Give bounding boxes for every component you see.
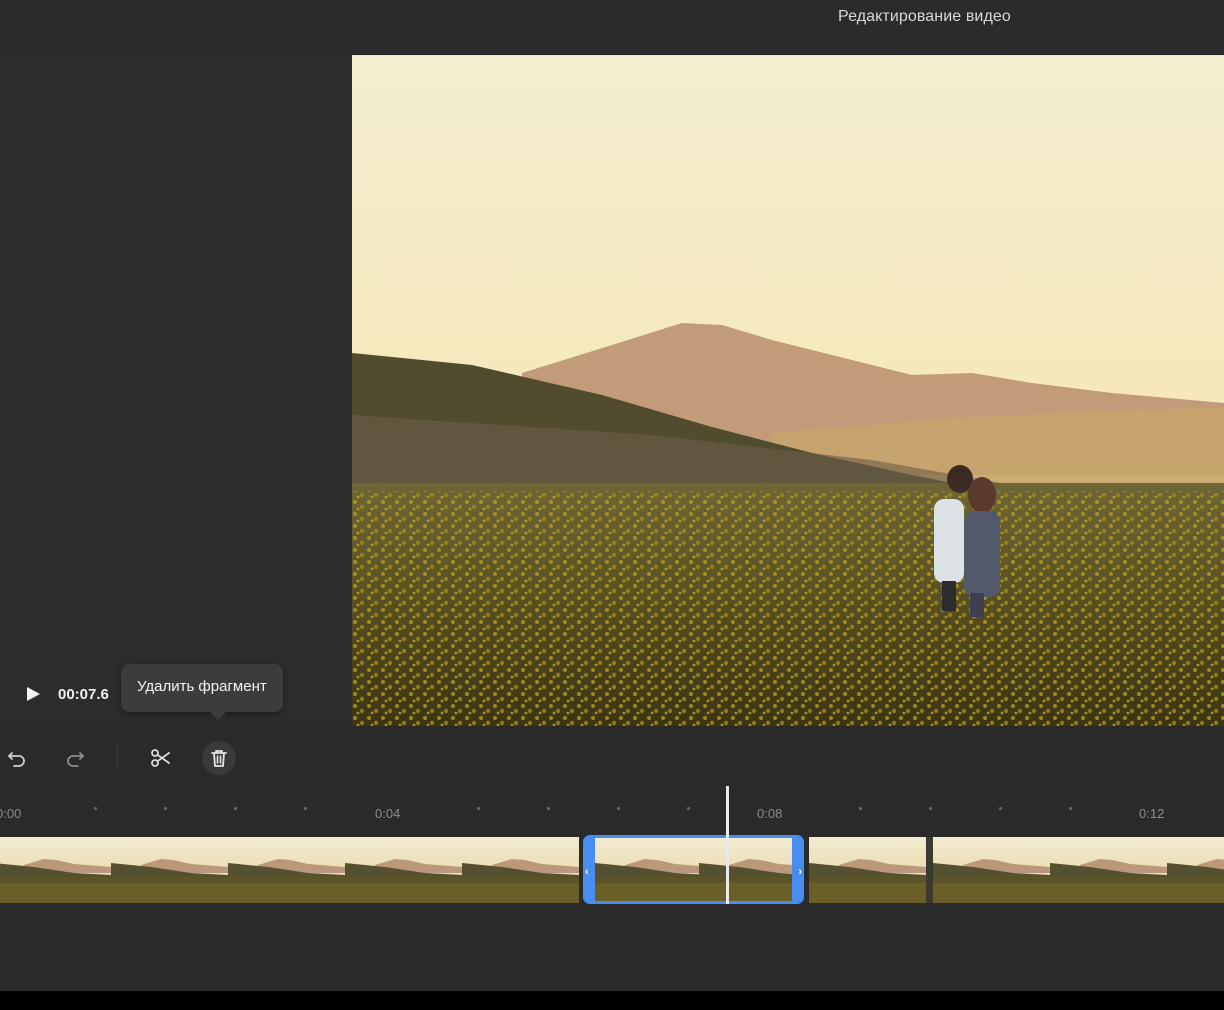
ruler-tick: [1069, 807, 1072, 810]
video-preview[interactable]: [352, 55, 1224, 726]
undo-icon: [8, 752, 25, 767]
clip-thumbnail: [0, 837, 111, 903]
redo-button[interactable]: [58, 741, 92, 775]
left-trim-handle[interactable]: ‹: [585, 866, 589, 878]
clip-thumbnail: [462, 837, 579, 903]
ruler-tick: [687, 807, 690, 810]
right-trim-handle[interactable]: ›: [798, 866, 802, 878]
video-frame-image: [352, 55, 1224, 726]
clip-segment-3[interactable]: [809, 837, 1224, 903]
clip-thumbnail: [933, 837, 1050, 903]
tooltip-arrow: [209, 711, 227, 720]
page-title: Редактирование видео: [838, 8, 1011, 25]
ruler-tick: [859, 807, 862, 810]
clip-thumbnail: [345, 837, 462, 903]
clip-thumbnail: [228, 837, 345, 903]
timeline-empty-area: [0, 905, 1224, 991]
play-icon: [27, 687, 40, 701]
clip-segment-1[interactable]: [0, 837, 579, 903]
play-button[interactable]: [22, 683, 44, 705]
ruler-label: 0:08: [757, 806, 783, 821]
timeline-ruler[interactable]: [0, 789, 1224, 835]
editor-toolbar: [0, 727, 1224, 789]
ruler-tick: [234, 807, 237, 810]
clip-thumbnail: [1050, 837, 1167, 903]
clip-thumbnail: [809, 837, 926, 903]
clip-thumbnail: [1167, 837, 1224, 903]
toolbar-divider: [117, 744, 118, 770]
side-panel: [0, 55, 351, 726]
delete-fragment-button[interactable]: [202, 741, 236, 775]
window-bottom-edge: [0, 991, 1224, 1010]
playhead[interactable]: [726, 786, 729, 904]
ruler-label: 0:04: [375, 806, 401, 821]
ruler-tick: [94, 807, 97, 810]
delete-fragment-tooltip: Удалить фрагмент: [121, 664, 283, 712]
ruler-tick: [304, 807, 307, 810]
ruler-tick: [164, 807, 167, 810]
ruler-label: 0:12: [1139, 806, 1165, 821]
trash-icon: [211, 750, 227, 767]
split-button[interactable]: [144, 741, 178, 775]
ruler-label: 0:00: [0, 806, 22, 821]
ruler-tick: [617, 807, 620, 810]
ruler-tick: [477, 807, 480, 810]
app-header: Редактирование видео: [0, 0, 1224, 55]
ruler-tick: [929, 807, 932, 810]
scissors-icon: [151, 749, 170, 767]
clip-thumbnail: [111, 837, 228, 903]
ruler-tick: [999, 807, 1002, 810]
redo-icon: [67, 752, 84, 767]
current-timecode: 00:07.6: [58, 686, 109, 703]
ruler-tick: [547, 807, 550, 810]
selected-fragment[interactable]: ‹ ›: [583, 835, 804, 904]
undo-button[interactable]: [0, 741, 34, 775]
